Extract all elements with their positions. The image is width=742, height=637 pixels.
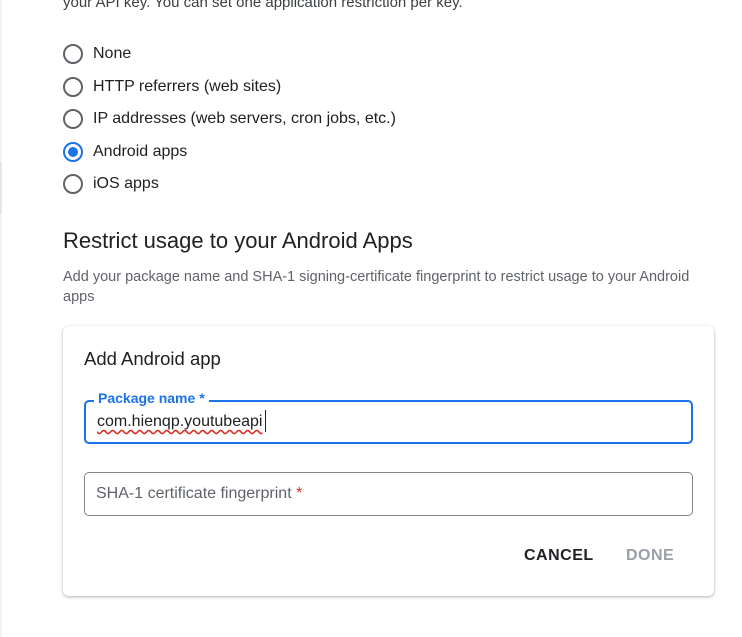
radio-label-android-apps: Android apps bbox=[93, 142, 188, 160]
radio-label-ip-addresses: IP addresses (web servers, cron jobs, et… bbox=[93, 110, 396, 128]
add-android-app-card: Add Android app Package name * com.hienq… bbox=[63, 326, 714, 596]
package-name-input[interactable]: com.hienqp.youtubeapi bbox=[97, 413, 262, 431]
text-cursor bbox=[265, 410, 266, 432]
gutter-notch bbox=[0, 162, 2, 214]
package-name-label: Package name * bbox=[94, 390, 209, 406]
sha1-fingerprint-field[interactable]: SHA-1 certificate fingerprint * bbox=[84, 472, 693, 516]
android-section-description: Add your package name and SHA-1 signing-… bbox=[63, 269, 690, 305]
radio-label-ios-apps: iOS apps bbox=[93, 175, 159, 193]
package-name-field[interactable]: Package name * com.hienqp.youtubeapi bbox=[84, 390, 693, 444]
radio-option-android-apps[interactable]: Android apps bbox=[63, 136, 396, 169]
radio-label-http-referrers: HTTP referrers (web sites) bbox=[93, 77, 282, 95]
cancel-button[interactable]: CANCEL bbox=[518, 543, 600, 569]
android-section-title: Restrict usage to your Android Apps bbox=[63, 228, 413, 253]
radio-option-ios-apps[interactable]: iOS apps bbox=[63, 168, 396, 201]
left-gutter bbox=[0, 0, 2, 637]
restriction-intro-text: your API key. You can set one applicatio… bbox=[63, 0, 463, 11]
package-name-label-text: Package name bbox=[98, 390, 196, 406]
sha1-fingerprint-placeholder: SHA-1 certificate fingerprint * bbox=[96, 485, 302, 503]
radio-button-none[interactable] bbox=[63, 44, 83, 65]
radio-label-none: None bbox=[93, 45, 132, 63]
done-button[interactable]: DONE bbox=[620, 543, 680, 569]
radio-button-ios-apps[interactable] bbox=[63, 174, 83, 195]
sha1-placeholder-text: SHA-1 certificate fingerprint bbox=[96, 485, 292, 502]
radio-option-http-referrers[interactable]: HTTP referrers (web sites) bbox=[63, 71, 396, 104]
radio-option-none[interactable]: None bbox=[63, 38, 396, 71]
radio-button-ip-addresses[interactable] bbox=[63, 109, 83, 130]
sha1-required-mark: * bbox=[296, 485, 303, 502]
radio-button-android-apps[interactable] bbox=[63, 141, 83, 162]
package-name-required-mark: * bbox=[199, 390, 205, 406]
application-restriction-radio-group: None HTTP referrers (web sites) IP addre… bbox=[63, 38, 396, 201]
radio-button-http-referrers[interactable] bbox=[63, 76, 83, 97]
card-title: Add Android app bbox=[84, 348, 221, 369]
radio-option-ip-addresses[interactable]: IP addresses (web servers, cron jobs, et… bbox=[63, 103, 396, 136]
